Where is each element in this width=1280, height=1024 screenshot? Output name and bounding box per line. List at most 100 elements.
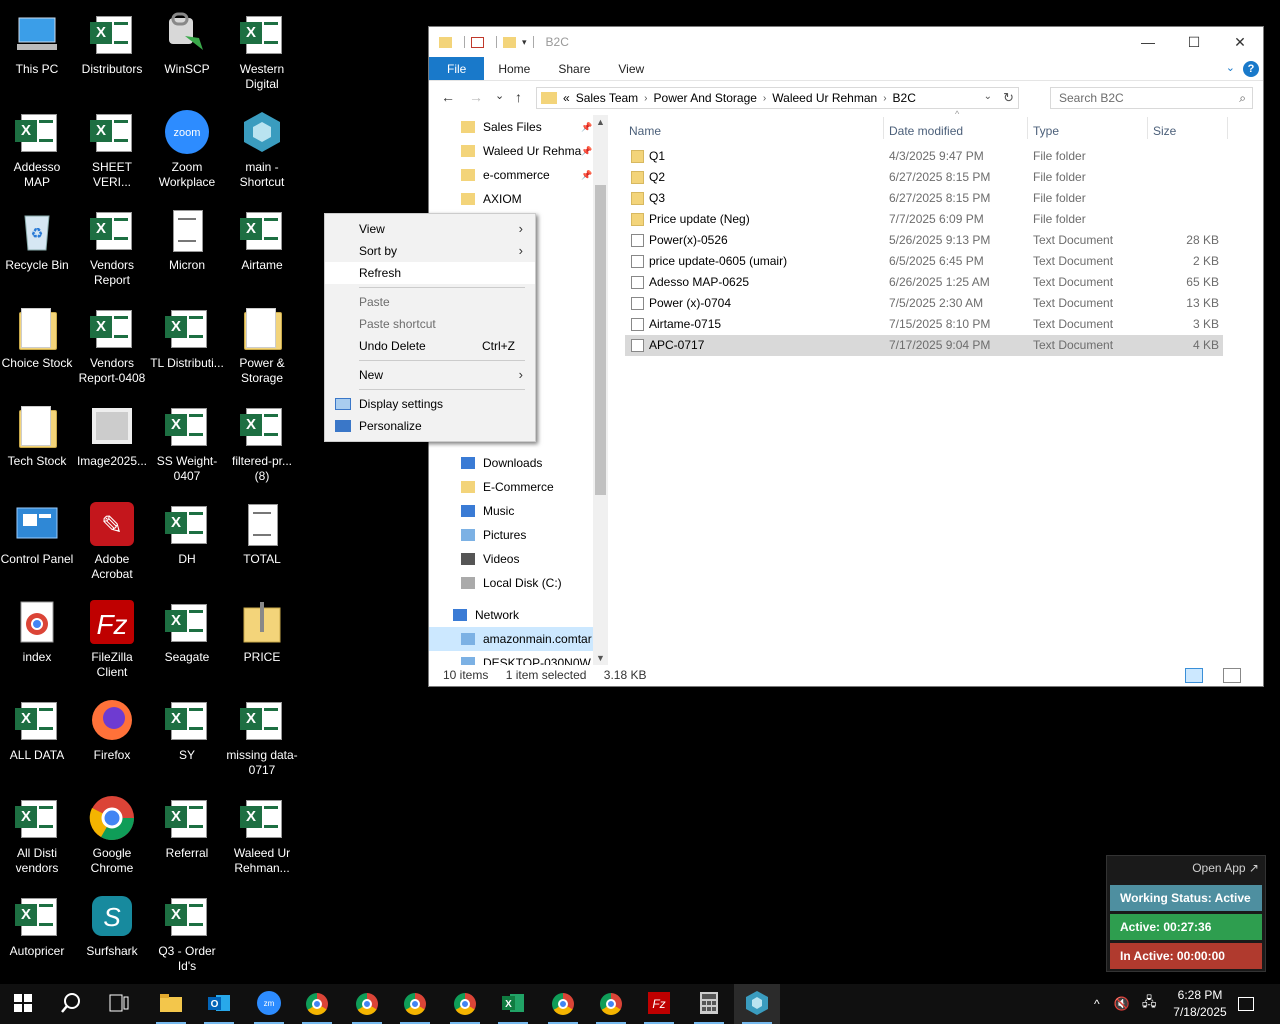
- chrome-taskbar-button[interactable]: [442, 984, 488, 1024]
- column-divider[interactable]: [1027, 117, 1028, 139]
- maximize-button[interactable]: ☐: [1171, 27, 1217, 57]
- file-row-q1[interactable]: Q1 4/3/2025 9:47 PM File folder: [625, 146, 1223, 167]
- desktop-icon-zoom-workplace[interactable]: zoom Zoom Workplace: [150, 104, 224, 190]
- desktop-icon-firefox[interactable]: Firefox: [75, 692, 149, 763]
- tab-file[interactable]: File: [429, 57, 485, 80]
- desktop-icon-sy[interactable]: SY: [150, 692, 224, 763]
- minimize-button[interactable]: —: [1125, 27, 1171, 57]
- desktop-icon-referral[interactable]: Referral: [150, 790, 224, 861]
- desktop-icon-missing-data-0717[interactable]: missing data-0717: [225, 692, 299, 778]
- chevron-right-icon[interactable]: ›: [644, 93, 647, 104]
- column-header-type[interactable]: Type: [1033, 119, 1059, 143]
- column-header-size[interactable]: Size: [1153, 119, 1176, 143]
- address-dropdown-icon[interactable]: ⌄: [984, 91, 992, 102]
- column-divider[interactable]: [1147, 117, 1148, 139]
- menu-item-paste[interactable]: Paste: [325, 291, 535, 313]
- desktop-icon-recycle-bin[interactable]: ♻ Recycle Bin: [0, 202, 74, 273]
- desktop-icon-addesso-map[interactable]: Addesso MAP: [0, 104, 74, 190]
- desktop-icon-waleed-ur-rehman[interactable]: Waleed Ur Rehman...: [225, 790, 299, 876]
- nav-item-axiom[interactable]: AXIOM: [461, 187, 522, 211]
- desktop-icon-ss-weight-0407[interactable]: SS Weight-0407: [150, 398, 224, 484]
- nav-item-downloads[interactable]: Downloads: [461, 451, 542, 475]
- desktop-icon-western-digital[interactable]: Western Digital: [225, 6, 299, 92]
- menu-item-refresh[interactable]: Refresh: [325, 262, 535, 284]
- desktop-icon-google-chrome[interactable]: Google Chrome: [75, 790, 149, 876]
- desktop-icon-control-panel[interactable]: Control Panel: [0, 496, 74, 567]
- desktop-icon-choice-stock[interactable]: Choice Stock: [0, 300, 74, 371]
- desktop-icon-sheet-veri[interactable]: SHEET VERI...: [75, 104, 149, 190]
- desktop-icon-filezilla-client[interactable]: Fz FileZilla Client: [75, 594, 149, 680]
- desktop-icon-tl-distributi[interactable]: TL Distributi...: [150, 300, 224, 371]
- file-row-power-x-0704[interactable]: Power (x)-0704 7/5/2025 2:30 AM Text Docum…: [625, 293, 1223, 314]
- file-list[interactable]: ^ Name Date modified Type Size Q1 4/3/202…: [619, 109, 1259, 665]
- new-folder-icon[interactable]: [503, 36, 516, 48]
- show-hidden-icons[interactable]: ^: [1094, 997, 1100, 1011]
- column-divider[interactable]: [1227, 117, 1228, 139]
- breadcrumb-sales-team[interactable]: Sales Team: [576, 91, 638, 105]
- desktop-icon-dh[interactable]: DH: [150, 496, 224, 567]
- desktop-icon-all-disti-vendors[interactable]: All Disti vendors: [0, 790, 74, 876]
- desktop-icon-image2025[interactable]: Image2025...: [75, 398, 149, 469]
- scroll-up-icon[interactable]: ▲: [593, 117, 608, 127]
- back-button[interactable]: ←: [441, 89, 455, 105]
- desktop-icon-total[interactable]: TOTAL: [225, 496, 299, 567]
- desktop-icon-all-data[interactable]: ALL DATA: [0, 692, 74, 763]
- desktop-icon-price[interactable]: PRICE: [225, 594, 299, 665]
- zoom-taskbar-button[interactable]: zm: [246, 984, 292, 1024]
- nav-item-amazonmain-comtar[interactable]: amazonmain.comtar: [429, 627, 605, 651]
- menu-item-new[interactable]: New ›: [325, 364, 535, 386]
- desktop-icon-autopricer[interactable]: Autopricer: [0, 888, 74, 959]
- column-header-date-modified[interactable]: Date modified: [889, 119, 963, 143]
- scroll-down-icon[interactable]: ▼: [593, 653, 608, 663]
- main-app-taskbar-button[interactable]: [734, 984, 780, 1024]
- file-row-airtame-0715[interactable]: Airtame-0715 7/15/2025 8:10 PM Text Docume…: [625, 314, 1223, 335]
- volume-muted-icon[interactable]: 🔇: [1114, 996, 1130, 1012]
- file-row-apc-0717[interactable]: APC-0717 7/17/2025 9:04 PM Text Document 4 …: [625, 335, 1223, 356]
- breadcrumb-power-and-storage[interactable]: Power And Storage: [654, 91, 757, 105]
- menu-item-sort-by[interactable]: Sort by ›: [325, 240, 535, 262]
- column-header-name[interactable]: Name: [629, 119, 661, 143]
- nav-item-music[interactable]: Music: [461, 499, 514, 523]
- scrollbar-thumb[interactable]: [595, 185, 606, 495]
- desktop-icon-vendors-report-0408[interactable]: Vendors Report-0408: [75, 300, 149, 386]
- nav-item-sales-files[interactable]: Sales Files 📌: [461, 115, 592, 139]
- column-divider[interactable]: [883, 117, 884, 139]
- desktop-icon-this-pc[interactable]: This PC: [0, 6, 74, 77]
- address-overflow[interactable]: «: [563, 91, 570, 105]
- file-row-price-update-neg[interactable]: Price update (Neg) 7/7/2025 6:09 PM File f…: [625, 209, 1223, 230]
- expand-ribbon-icon[interactable]: ⌄: [1226, 61, 1235, 74]
- desktop-icon-micron[interactable]: Micron: [150, 202, 224, 273]
- desktop-icon-adobe-acrobat[interactable]: ✎ Adobe Acrobat: [75, 496, 149, 582]
- menu-item-undo-delete[interactable]: Undo Delete Ctrl+Z: [325, 335, 535, 357]
- file-row-q2[interactable]: Q2 6/27/2025 8:15 PM File folder: [625, 167, 1223, 188]
- desktop-icon-filtered-pr-8[interactable]: filtered-pr... (8): [225, 398, 299, 484]
- chevron-right-icon[interactable]: ›: [883, 93, 886, 104]
- file-row-power-x-0526[interactable]: Power(x)-0526 5/26/2025 9:13 PM Text Docum…: [625, 230, 1223, 251]
- desktop-icon-main-shortcut[interactable]: main - Shortcut: [225, 104, 299, 190]
- breadcrumb-b2c[interactable]: B2C: [893, 91, 916, 105]
- menu-item-display-settings[interactable]: Display settings: [325, 393, 535, 415]
- chrome-taskbar-button[interactable]: [344, 984, 390, 1024]
- quick-access-dropdown-icon[interactable]: ▾: [522, 37, 527, 48]
- tab-view[interactable]: View: [604, 57, 658, 80]
- chrome-taskbar-button[interactable]: [588, 984, 634, 1024]
- nav-item-local-disk-c[interactable]: Local Disk (C:): [461, 571, 562, 595]
- refresh-icon[interactable]: ↻: [1003, 90, 1014, 106]
- filezilla-taskbar-button[interactable]: Fz: [636, 984, 682, 1024]
- excel-taskbar-button[interactable]: X: [490, 984, 536, 1024]
- file-row-q3[interactable]: Q3 6/27/2025 8:15 PM File folder: [625, 188, 1223, 209]
- open-app-link[interactable]: Open App ↗: [1192, 861, 1259, 875]
- nav-item-network[interactable]: Network: [453, 603, 519, 627]
- search-input[interactable]: Search B2C ⌕: [1050, 87, 1253, 109]
- nav-item-waleed-ur-rehma[interactable]: Waleed Ur Rehma 📌: [461, 139, 592, 163]
- menu-item-paste-shortcut[interactable]: Paste shortcut: [325, 313, 535, 335]
- chrome-taskbar-button[interactable]: [294, 984, 340, 1024]
- menu-item-personalize[interactable]: Personalize: [325, 415, 535, 437]
- search-taskbar-button[interactable]: [48, 984, 94, 1024]
- nav-item-desktop-030n0w[interactable]: DESKTOP-030N0W: [461, 651, 591, 665]
- address-bar[interactable]: « Sales Team › Power And Storage › Walee…: [536, 87, 1019, 109]
- desktop-icon-power-storage[interactable]: Power & Storage: [225, 300, 299, 386]
- close-button[interactable]: ✕: [1217, 27, 1263, 57]
- desktop-icon-seagate[interactable]: Seagate: [150, 594, 224, 665]
- desktop-icon-distributors[interactable]: Distributors: [75, 6, 149, 77]
